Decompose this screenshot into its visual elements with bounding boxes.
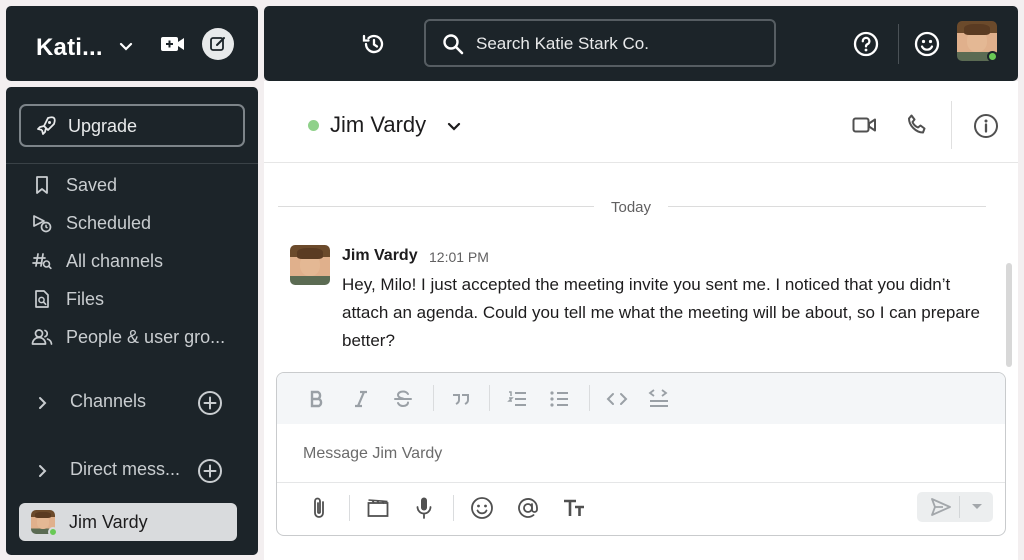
phone-call-icon[interactable] [902, 110, 932, 140]
video-clip-icon[interactable] [365, 495, 391, 521]
message-author-avatar[interactable] [290, 245, 330, 285]
conversation-pane: Jim Vardy Today Jim Vardy 12:01 PM Hey, … [264, 81, 1018, 560]
dm-label: Jim Vardy [69, 512, 148, 532]
bold-icon[interactable] [305, 387, 329, 411]
quote-icon[interactable] [449, 387, 473, 411]
sidebar: Upgrade Saved Scheduled All channels Fil… [6, 87, 258, 555]
sidebar-section-direct-messages[interactable]: Direct mess... [6, 453, 258, 489]
message-author[interactable]: Jim Vardy [342, 247, 418, 265]
microphone-icon[interactable] [411, 494, 437, 522]
workspace-name[interactable]: Kati... [36, 34, 103, 62]
chevron-down-icon[interactable] [444, 116, 464, 136]
toolbar-separator [453, 495, 454, 521]
top-bar: Search Katie Stark Co. [264, 6, 1018, 81]
upgrade-label: Upgrade [68, 116, 138, 136]
italic-icon[interactable] [349, 387, 373, 411]
sidebar-section-channels[interactable]: Channels [6, 385, 258, 421]
chevron-down-icon[interactable] [116, 36, 136, 56]
sidebar-item-label: All channels [66, 251, 164, 271]
message-composer: Message Jim Vardy [276, 372, 1006, 536]
search-bar[interactable]: Search Katie Stark Co. [424, 19, 776, 67]
sidebar-item-all-channels[interactable]: All channels [6, 243, 258, 279]
send-button[interactable] [917, 492, 993, 522]
presence-indicator [308, 120, 319, 131]
scrollbar[interactable] [1006, 263, 1012, 367]
send-icon [929, 496, 953, 518]
toolbar-separator [589, 385, 590, 411]
sidebar-item-label: Files [66, 289, 105, 309]
section-label: Channels [70, 391, 147, 411]
code-icon[interactable] [605, 387, 629, 411]
upgrade-button[interactable]: Upgrade [19, 104, 245, 147]
numbered-list-icon[interactable] [505, 387, 529, 411]
chevron-right-icon [32, 461, 52, 481]
emoji-icon[interactable] [469, 495, 495, 521]
rocket-icon [34, 114, 58, 138]
date-divider-line [278, 206, 594, 207]
bulleted-list-icon[interactable] [547, 387, 571, 411]
formatting-toolbar [277, 373, 1005, 424]
header-divider [951, 101, 952, 149]
workspace-header: Kati... [6, 6, 258, 81]
bookmark-icon [30, 173, 54, 197]
code-block-icon[interactable] [647, 385, 671, 411]
channel-title[interactable]: Jim Vardy [330, 112, 426, 138]
add-channel-icon[interactable] [196, 389, 224, 417]
file-search-icon [30, 287, 54, 311]
scheduled-send-icon [30, 211, 54, 235]
new-huddle-video-icon[interactable] [158, 31, 188, 57]
message-timestamp[interactable]: 12:01 PM [429, 249, 489, 265]
toolbar-separator [489, 385, 490, 411]
presence-indicator [48, 527, 58, 537]
toolbar-separator [349, 495, 350, 521]
message-body: Hey, Milo! I just accepted the meeting i… [342, 275, 980, 350]
sidebar-divider [6, 163, 258, 164]
sidebar-item-label: Scheduled [66, 213, 152, 233]
add-direct-message-icon[interactable] [196, 457, 224, 485]
search-placeholder: Search Katie Stark Co. [476, 34, 649, 53]
attach-icon[interactable] [307, 494, 331, 522]
channel-search-icon [30, 249, 54, 273]
sidebar-item-files[interactable]: Files [6, 281, 258, 317]
chevron-down-icon[interactable] [967, 499, 987, 515]
info-icon[interactable] [971, 111, 1001, 141]
sidebar-dm-jim-vardy[interactable]: Jim Vardy [19, 503, 237, 541]
search-icon [441, 32, 465, 56]
chevron-right-icon [32, 393, 52, 413]
strikethrough-icon[interactable] [391, 387, 415, 411]
date-divider-label: Today [611, 199, 652, 216]
composer-divider [277, 482, 1005, 483]
sidebar-item-label: People & user gro... [66, 327, 226, 347]
presence-indicator [987, 51, 998, 62]
mention-icon[interactable] [515, 495, 541, 521]
video-call-icon[interactable] [850, 111, 880, 139]
history-icon[interactable] [359, 29, 389, 59]
topbar-divider [898, 24, 899, 64]
people-icon [30, 325, 54, 349]
compose-button[interactable] [202, 28, 234, 60]
message-input[interactable]: Message Jim Vardy [303, 445, 442, 463]
sidebar-item-people[interactable]: People & user gro... [6, 319, 258, 355]
sidebar-item-scheduled[interactable]: Scheduled [6, 205, 258, 241]
text-format-icon[interactable] [561, 495, 587, 521]
emoji-status-icon[interactable] [912, 29, 942, 59]
date-divider-line [668, 206, 986, 207]
channel-header: Jim Vardy [264, 81, 1018, 163]
toolbar-separator [433, 385, 434, 411]
sidebar-item-label: Saved [66, 175, 118, 195]
send-split-divider [959, 496, 960, 518]
help-icon[interactable] [851, 29, 881, 59]
section-label: Direct mess... [70, 459, 181, 479]
sidebar-item-saved[interactable]: Saved [6, 167, 258, 203]
